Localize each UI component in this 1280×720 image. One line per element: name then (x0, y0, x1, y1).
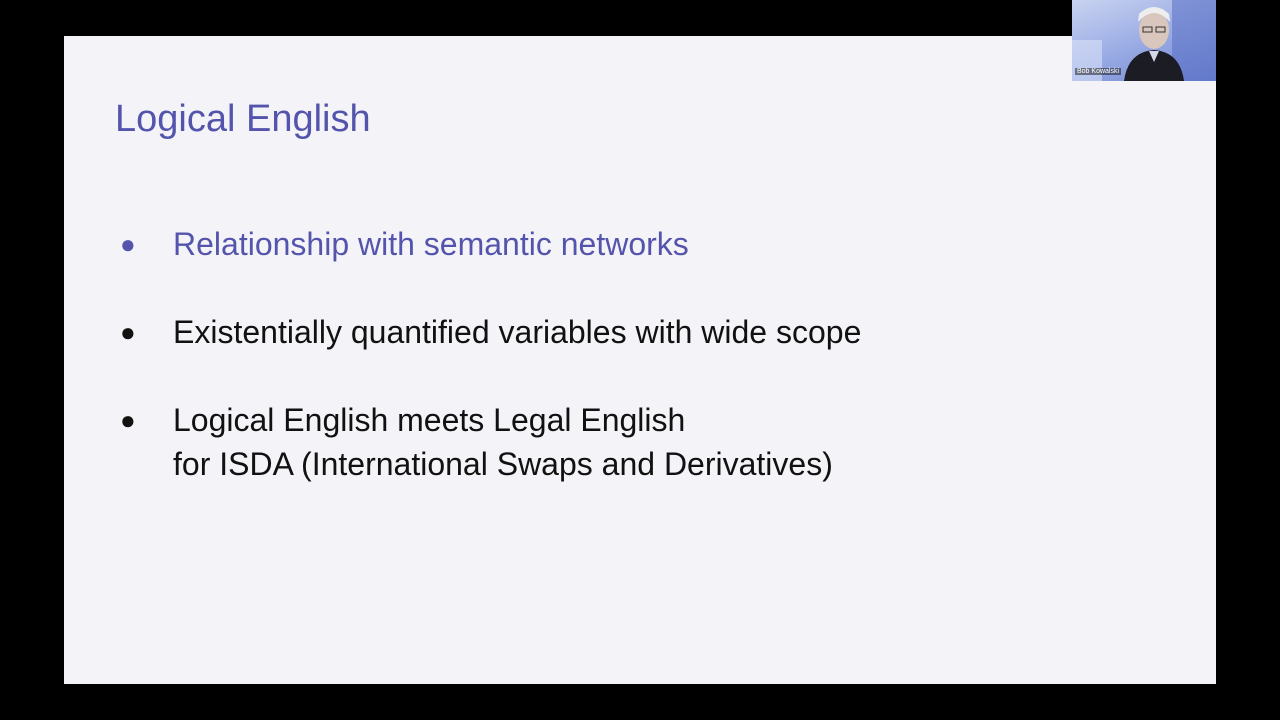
bullet-text: Existentially quantified variables with … (173, 310, 861, 354)
bullet-line: Existentially quantified variables with … (173, 314, 862, 350)
bullet-line: for ISDA (International Swaps and Deriva… (173, 446, 833, 482)
slide: Logical English ● Relationship with sema… (64, 36, 1216, 684)
bullet-line: Relationship with semantic networks (173, 226, 689, 262)
speaker-webcam-thumbnail[interactable]: Bob Kowalski (1072, 0, 1216, 81)
bullet-item: ● Relationship with semantic networks (120, 222, 861, 266)
bullet-text: Logical English meets Legal English for … (173, 398, 833, 486)
bullet-item: ● Existentially quantified variables wit… (120, 310, 861, 354)
bullet-line: Logical English meets Legal English (173, 402, 686, 438)
bullet-dot-icon: ● (120, 317, 136, 347)
bullet-list: ● Relationship with semantic networks ● … (120, 222, 861, 530)
bullet-item: ● Logical English meets Legal English fo… (120, 398, 861, 486)
speaker-name-label: Bob Kowalski (1075, 68, 1122, 75)
bullet-dot-icon: ● (120, 229, 136, 259)
slide-title: Logical English (115, 98, 371, 140)
bullet-text: Relationship with semantic networks (173, 222, 689, 266)
bullet-dot-icon: ● (120, 405, 136, 435)
presentation-window: Logical English ● Relationship with sema… (0, 0, 1280, 720)
